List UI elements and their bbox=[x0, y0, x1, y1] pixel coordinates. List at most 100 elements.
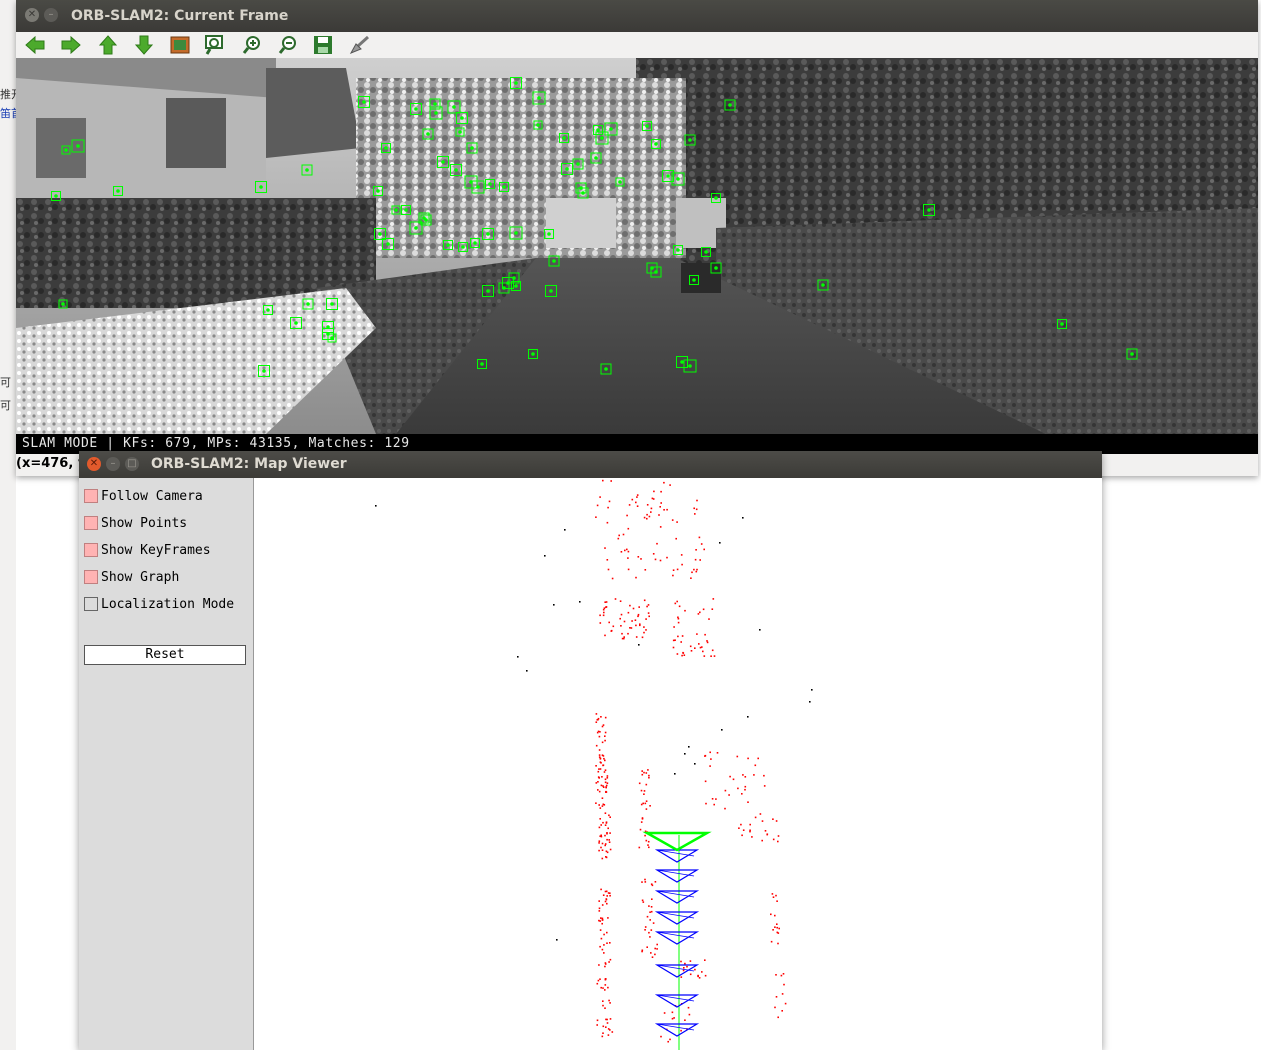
zoom-fit-button[interactable] bbox=[204, 35, 226, 55]
map-point bbox=[742, 774, 744, 776]
forward-button[interactable] bbox=[60, 35, 82, 55]
map-point bbox=[614, 598, 617, 600]
back-button[interactable] bbox=[24, 35, 46, 55]
map-point bbox=[669, 1038, 671, 1041]
up-button[interactable] bbox=[97, 35, 119, 55]
map-point bbox=[605, 822, 608, 824]
option-localization-mode[interactable]: Localization Mode bbox=[84, 594, 234, 614]
map-point bbox=[696, 499, 698, 502]
map-point bbox=[643, 771, 645, 774]
zoom-out-button[interactable] bbox=[277, 35, 299, 55]
camera-frame-image[interactable] bbox=[16, 58, 1258, 434]
map-point bbox=[753, 774, 755, 776]
show-points-checkbox[interactable] bbox=[84, 516, 98, 530]
map-point bbox=[650, 910, 653, 913]
orb-feature-point bbox=[549, 289, 553, 293]
orb-feature-point bbox=[473, 241, 477, 245]
down-button[interactable] bbox=[133, 35, 155, 55]
map-point bbox=[603, 804, 606, 806]
localization-mode-checkbox[interactable] bbox=[84, 597, 98, 611]
map-point bbox=[781, 993, 784, 995]
map-point bbox=[623, 637, 625, 640]
map-point bbox=[603, 952, 605, 954]
map-point bbox=[601, 725, 604, 728]
maximize-button[interactable]: □ bbox=[125, 457, 139, 471]
close-button[interactable]: ✕ bbox=[87, 457, 101, 471]
zoom-fit-icon bbox=[205, 35, 223, 55]
map-point bbox=[669, 484, 671, 486]
map-point bbox=[676, 521, 678, 523]
map-point bbox=[642, 802, 644, 805]
orb-feature-point bbox=[666, 174, 670, 178]
map-point bbox=[608, 500, 611, 503]
map-point bbox=[609, 1018, 612, 1020]
map-point bbox=[595, 713, 598, 715]
show-keyframes-checkbox[interactable] bbox=[84, 543, 98, 557]
map-point bbox=[648, 776, 650, 779]
reference-point bbox=[811, 689, 813, 691]
orb-feature-point bbox=[424, 218, 428, 222]
reference-point bbox=[556, 939, 558, 941]
option-show-graph[interactable]: Show Graph bbox=[84, 567, 179, 587]
option-follow-camera[interactable]: Follow Camera bbox=[84, 486, 203, 506]
brush-icon bbox=[349, 35, 370, 54]
map-point bbox=[595, 744, 598, 747]
map-point bbox=[690, 577, 692, 579]
minimize-button[interactable]: – bbox=[106, 457, 120, 471]
map-point bbox=[643, 790, 646, 792]
map-point bbox=[628, 504, 631, 506]
map-point bbox=[622, 533, 625, 536]
map-point bbox=[660, 1035, 662, 1038]
orb-feature-point bbox=[565, 167, 569, 171]
maximize-icon: □ bbox=[127, 458, 137, 469]
map-point bbox=[754, 816, 757, 819]
map-point bbox=[603, 933, 605, 936]
map-point bbox=[624, 549, 626, 552]
map-canvas[interactable] bbox=[254, 478, 1102, 1050]
map-point bbox=[600, 784, 603, 787]
save-button[interactable] bbox=[312, 35, 334, 55]
map-point bbox=[605, 606, 607, 608]
map-point bbox=[631, 498, 634, 501]
clear-button[interactable] bbox=[348, 35, 370, 55]
reference-point bbox=[721, 729, 723, 731]
background-window bbox=[0, 0, 16, 1050]
minimize-button[interactable]: – bbox=[44, 8, 58, 22]
orb-feature-point bbox=[514, 231, 518, 235]
map-viewer-titlebar[interactable]: ✕ – □ ORB-SLAM2: Map Viewer bbox=[79, 451, 1102, 478]
map-point bbox=[744, 788, 746, 791]
orb-feature-point bbox=[688, 138, 692, 142]
map-point bbox=[605, 856, 608, 859]
map-viewer-window: ✕ – □ ORB-SLAM2: Map Viewer Follow Camer… bbox=[79, 451, 1102, 1050]
orb-feature-point bbox=[680, 360, 684, 364]
map-point bbox=[608, 621, 610, 624]
orb-feature-point bbox=[116, 189, 120, 193]
show-graph-checkbox[interactable] bbox=[84, 570, 98, 584]
map-point bbox=[644, 878, 646, 881]
zoom-in-button[interactable] bbox=[241, 35, 263, 55]
map-point bbox=[637, 613, 640, 616]
current-frame-titlebar[interactable]: ✕ – ORB-SLAM2: Current Frame bbox=[16, 0, 1258, 32]
map-point bbox=[598, 826, 601, 829]
orb-feature-point bbox=[458, 130, 462, 134]
reference-point bbox=[526, 670, 528, 672]
orb-feature-point bbox=[362, 100, 366, 104]
follow-camera-checkbox[interactable] bbox=[84, 489, 98, 503]
map-point bbox=[639, 828, 642, 831]
reset-button[interactable]: Reset bbox=[84, 645, 246, 665]
map-point bbox=[599, 929, 602, 931]
map-point bbox=[759, 813, 762, 815]
map-point bbox=[618, 534, 620, 537]
map-point bbox=[626, 548, 628, 551]
option-label: Show Graph bbox=[101, 569, 180, 585]
map-point bbox=[601, 842, 604, 845]
close-button[interactable]: ✕ bbox=[25, 8, 39, 22]
image-button[interactable] bbox=[169, 35, 191, 55]
map-point bbox=[654, 953, 656, 956]
toolbar bbox=[16, 32, 1258, 58]
option-show-points[interactable]: Show Points bbox=[84, 513, 187, 533]
arrow-right-icon bbox=[61, 36, 81, 54]
option-label: Localization Mode bbox=[101, 596, 235, 612]
option-show-keyframes[interactable]: Show KeyFrames bbox=[84, 540, 211, 560]
map-point bbox=[620, 613, 623, 616]
